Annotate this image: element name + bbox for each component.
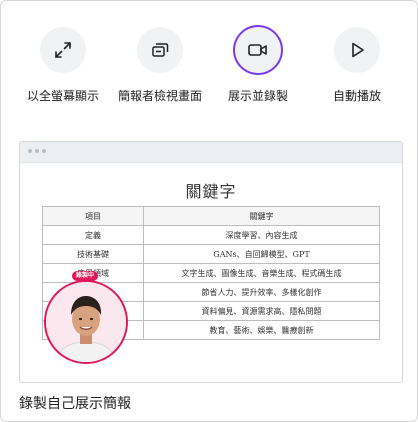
icon-circle	[235, 27, 281, 73]
present-actions: 以全螢幕顯示 簡報者檢視畫面 展示並錄製 自動播放	[1, 27, 418, 127]
table-cell: 深度學習、內容生成	[143, 225, 380, 245]
present-and-record-button[interactable]: 展示並錄製	[212, 27, 304, 106]
recording-badge: 錄製中	[72, 271, 99, 281]
fullscreen-button[interactable]: 以全螢幕顯示	[17, 27, 109, 106]
table-cell: 節省人力、提升效率、多樣化創作	[143, 282, 380, 302]
presenter-camera-bubble[interactable]	[44, 280, 128, 364]
option-caption: 錄製自己展示簡報	[19, 396, 131, 412]
table-cell: 技術基礎	[42, 244, 144, 264]
table-row: 定義 深度學習、內容生成	[42, 225, 380, 245]
window-dot	[28, 149, 32, 153]
fullscreen-label: 以全螢幕顯示	[26, 89, 99, 103]
table-cell: 教育、藝術、娛樂、醫療創新	[143, 320, 380, 340]
icon-circle	[40, 27, 86, 73]
expand-icon	[55, 42, 71, 58]
recording-preview: 關鍵字 項目 關鍵字 定義 深度學習、內容生成 技術基礎 GANs、自回歸模型、…	[19, 141, 403, 383]
video-camera-icon	[248, 44, 267, 56]
table-cell: 定義	[42, 225, 144, 245]
avatar	[46, 282, 126, 362]
preview-window-bar	[20, 142, 402, 163]
table-cell: GANs、自回歸模型、GPT	[143, 244, 380, 264]
table-cell: 文字生成、圖像生成、音樂生成、程式碼生成	[143, 263, 380, 283]
presenter-view-label: 簡報者檢視畫面	[118, 89, 203, 103]
window-dot	[35, 149, 39, 153]
autoplay-label: 自動播放	[332, 89, 381, 103]
icon-circle	[334, 27, 380, 73]
slide-title: 關鍵字	[185, 182, 237, 201]
present-options-panel: 以全螢幕顯示 簡報者檢視畫面 展示並錄製 自動播放 關鍵字 項目 關鍵字 定義 …	[0, 0, 418, 422]
autoplay-button[interactable]: 自動播放	[311, 27, 403, 106]
presenter-view-icon	[152, 43, 169, 57]
table-row: 技術基礎 GANs、自回歸模型、GPT	[42, 244, 380, 264]
presenter-view-button[interactable]: 簡報者檢視畫面	[114, 27, 206, 106]
table-header-row: 項目 關鍵字	[42, 206, 380, 226]
present-and-record-label: 展示並錄製	[227, 89, 288, 103]
icon-circle	[137, 27, 183, 73]
table-cell: 關鍵字	[143, 206, 380, 226]
window-dot	[42, 149, 46, 153]
play-icon	[352, 42, 364, 58]
table-cell: 項目	[42, 206, 144, 226]
table-cell: 資料偏見、資源需求高、隱私問題	[143, 301, 380, 321]
